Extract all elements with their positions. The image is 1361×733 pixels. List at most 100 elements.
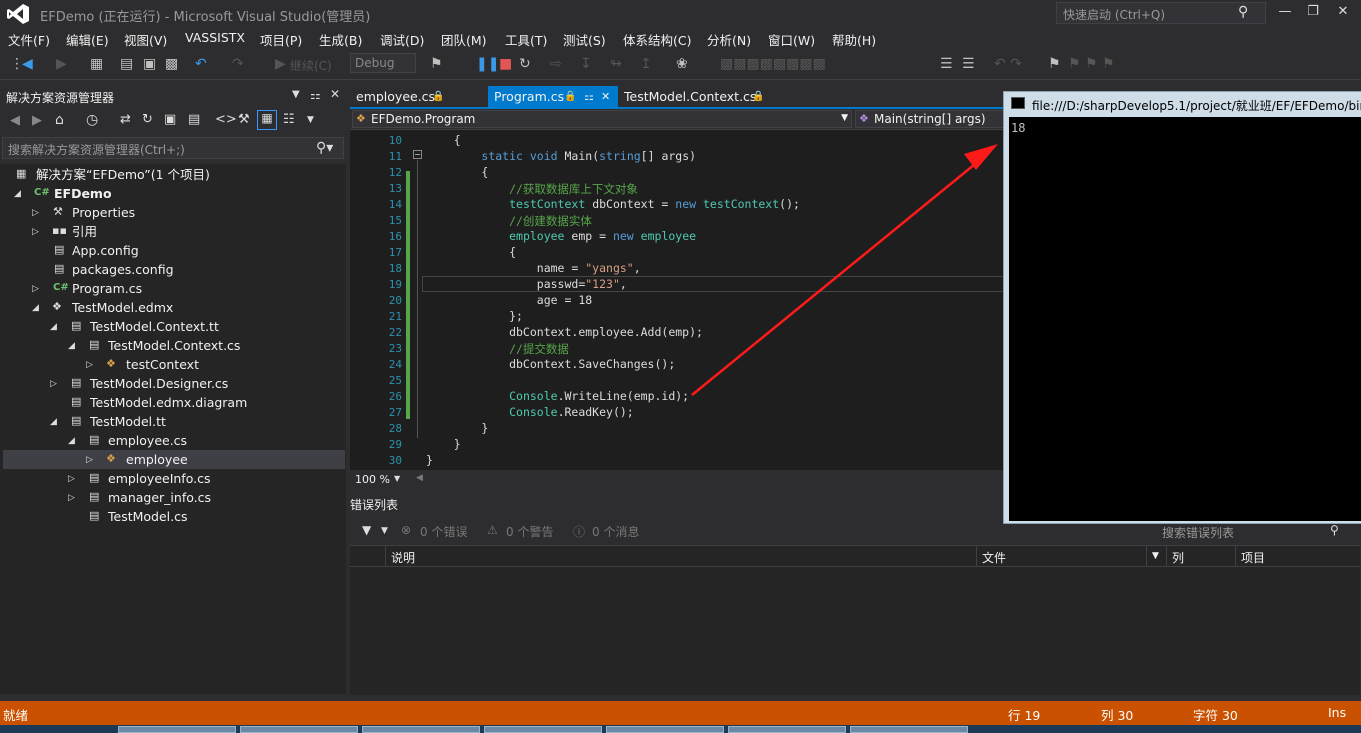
collapsed-arrow-icon[interactable]: ▷ <box>32 208 39 218</box>
toolbar-icon-c[interactable]: ⚑ ⚑ ⚑ <box>1068 56 1115 72</box>
collapsed-arrow-icon[interactable]: ▷ <box>32 284 39 294</box>
menu-analyze[interactable]: 分析(N) <box>707 30 751 49</box>
tree-node-program-cs[interactable]: Program.cs <box>72 279 142 298</box>
column-column[interactable]: 列 <box>1172 549 1184 566</box>
tree-node-testmodel-edmx[interactable]: TestModel.edmx <box>72 298 173 317</box>
close-panel-icon[interactable]: ✕ <box>330 87 340 101</box>
refresh-icon[interactable]: ↻ <box>142 112 153 127</box>
pause-icon[interactable]: ❚❚ <box>476 56 499 72</box>
step-into-icon[interactable]: ↧ <box>580 56 592 72</box>
expanded-arrow-icon[interactable]: ◢ <box>50 322 57 332</box>
sort-dropdown-icon[interactable]: ▼ <box>1152 551 1159 561</box>
expanded-arrow-icon[interactable]: ◢ <box>68 436 75 446</box>
tree-node-context-tt[interactable]: TestModel.Context.tt <box>90 317 219 336</box>
quick-launch-input[interactable]: 快速启动 (Ctrl+Q) <box>1056 2 1266 24</box>
close-tab-icon[interactable]: ✕ <box>601 86 610 108</box>
zoom-level[interactable]: 100 % <box>355 473 390 486</box>
comment-icon[interactable]: ☰ <box>940 56 953 72</box>
expanded-arrow-icon[interactable]: ◢ <box>68 341 75 351</box>
dropdown-icon[interactable]: ▼ <box>292 89 300 100</box>
new-project-icon[interactable]: ▦ <box>90 56 103 72</box>
bookmark-icon[interactable]: ⚑ <box>1048 56 1061 72</box>
dropdown-icon[interactable]: ▼ <box>381 526 388 536</box>
scroll-left-icon[interactable]: ◀ <box>416 473 423 483</box>
home-icon[interactable]: ⌂ <box>55 112 64 128</box>
expanded-arrow-icon[interactable]: ◢ <box>14 189 21 199</box>
show-next-statement-icon[interactable]: ⇨ <box>550 56 562 72</box>
errors-filter-button[interactable]: 0 个错误 <box>420 523 467 540</box>
collapse-region-icon[interactable]: − <box>413 150 422 159</box>
attach-icon[interactable]: ⚑ <box>430 56 443 72</box>
properties-icon[interactable]: ⚒ <box>238 112 250 127</box>
error-search-input[interactable]: 搜索错误列表 <box>1162 524 1234 541</box>
menu-build[interactable]: 生成(B) <box>319 30 362 49</box>
menu-file[interactable]: 文件(F) <box>8 30 50 49</box>
solution-search-input[interactable]: 搜索解决方案资源管理器(Ctrl+;) <box>2 137 344 159</box>
tree-node-manager-info-cs[interactable]: manager_info.cs <box>108 488 211 507</box>
tab-program-cs[interactable]: Program.cs 🔒 ⚏ ✕ <box>488 86 618 108</box>
tree-node-testcontext[interactable]: testContext <box>126 355 199 374</box>
taskbar-button[interactable] <box>728 726 846 733</box>
toolbar-icon-a[interactable]: ▩▩▩▩▩▩▩▩ <box>720 56 826 72</box>
collapsed-arrow-icon[interactable]: ▷ <box>86 455 93 465</box>
pending-changes-icon[interactable]: ◷ <box>86 112 98 128</box>
view-code-icon[interactable]: <> <box>215 112 237 127</box>
breakpoints-icon[interactable]: ❀ <box>676 56 688 72</box>
tree-node-packages-config[interactable]: packages.config <box>72 260 174 279</box>
dropdown-icon[interactable]: ▼ <box>307 115 314 125</box>
class-dropdown[interactable]: ❖ EFDemo.Program ▼ <box>352 110 852 128</box>
uncomment-icon[interactable]: ☰ <box>962 56 975 72</box>
tree-node-testmodel-tt[interactable]: TestModel.tt <box>90 412 166 431</box>
menu-architecture[interactable]: 体系结构(C) <box>623 30 691 49</box>
configuration-select[interactable]: Debug <box>350 53 416 73</box>
collapsed-arrow-icon[interactable]: ▷ <box>86 360 93 370</box>
tab-employee-cs[interactable]: employee.cs 🔒 <box>350 86 486 108</box>
menu-help[interactable]: 帮助(H) <box>832 30 876 49</box>
open-icon[interactable]: ▤ <box>120 56 133 72</box>
dropdown-icon[interactable]: ▼ <box>394 474 400 483</box>
tree-node-context-cs[interactable]: TestModel.Context.cs <box>108 336 240 355</box>
taskbar-button[interactable] <box>240 726 358 733</box>
taskbar-button[interactable] <box>606 726 724 733</box>
close-button[interactable]: ✕ <box>1328 0 1358 24</box>
pin-icon[interactable]: ⚏ <box>310 88 321 102</box>
menu-debug[interactable]: 调试(D) <box>380 30 424 49</box>
search-icon[interactable]: ⚲ <box>1330 523 1339 537</box>
step-over-icon[interactable]: ↬ <box>610 56 622 72</box>
stop-icon[interactable]: ■ <box>499 56 512 72</box>
tree-node-solution[interactable]: 解决方案“EFDemo”(1 个项目) <box>36 165 210 184</box>
search-icon[interactable]: ⚲▾ <box>316 140 333 156</box>
search-icon[interactable]: ⚲ <box>1238 4 1248 20</box>
tree-node-app-config[interactable]: App.config <box>72 241 139 260</box>
minimize-button[interactable]: — <box>1270 0 1300 24</box>
tab-testmodel-context-cs[interactable]: TestModel.Context.cs 🔒 <box>618 86 778 108</box>
menu-edit[interactable]: 编辑(E) <box>66 30 109 49</box>
menu-test[interactable]: 测试(S) <box>563 30 606 49</box>
collapsed-arrow-icon[interactable]: ▷ <box>68 474 75 484</box>
taskbar-button[interactable] <box>484 726 602 733</box>
tree-node-references[interactable]: 引用 <box>72 222 97 241</box>
menu-window[interactable]: 窗口(W) <box>768 30 815 49</box>
menu-team[interactable]: 团队(M) <box>441 30 487 49</box>
menu-project[interactable]: 项目(P) <box>260 30 302 49</box>
tree-node-edmx-diagram[interactable]: TestModel.edmx.diagram <box>90 393 247 412</box>
continue-button[interactable]: 继续(C) <box>290 57 332 74</box>
undo-icon[interactable]: ↶ <box>195 56 207 72</box>
tree-node-project[interactable]: EFDemo <box>54 184 112 203</box>
tree-node-designer-cs[interactable]: TestModel.Designer.cs <box>90 374 228 393</box>
collapse-all-icon[interactable]: ▣ <box>164 112 176 127</box>
forward-icon[interactable]: ▶ <box>32 113 42 128</box>
step-out-icon[interactable]: ↥ <box>640 56 652 72</box>
sync-icon[interactable]: ⇄ <box>120 112 131 127</box>
expanded-arrow-icon[interactable]: ◢ <box>50 417 57 427</box>
restart-icon[interactable]: ↻ <box>519 56 531 72</box>
column-description[interactable]: 说明 <box>391 549 415 566</box>
member-dropdown[interactable]: ❖ Main(string[] args) <box>855 110 1005 128</box>
back-icon[interactable]: ◀ <box>22 56 33 72</box>
expanded-arrow-icon[interactable]: ◢ <box>32 303 39 313</box>
pin-icon[interactable]: ⚏ <box>584 86 594 108</box>
tree-node-employee-cs[interactable]: employee.cs <box>108 431 187 450</box>
save-icon[interactable]: ▣ <box>143 56 156 72</box>
tree-node-properties[interactable]: Properties <box>72 203 135 222</box>
tree-node-testmodel-cs[interactable]: TestModel.cs <box>108 507 188 526</box>
